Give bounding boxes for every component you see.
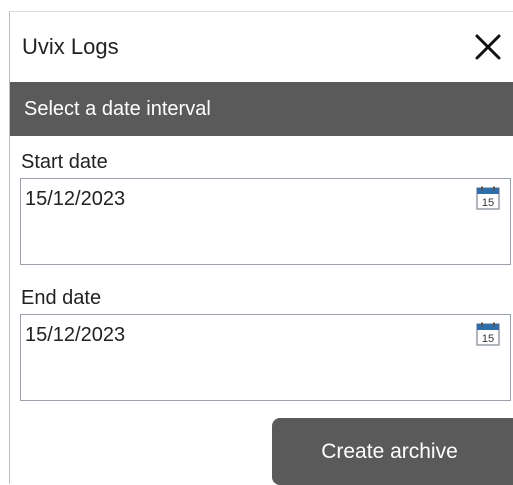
start-date-input[interactable]: [25, 185, 455, 213]
end-date-field[interactable]: 15: [20, 314, 511, 401]
calendar-icon[interactable]: 15: [476, 186, 500, 210]
close-icon[interactable]: [473, 32, 503, 62]
dialog-titlebar: Uvix Logs: [10, 12, 513, 82]
create-archive-button[interactable]: Create archive: [272, 418, 513, 485]
calendar-day-text: 15: [482, 333, 494, 345]
uvix-logs-dialog: Uvix Logs Select a date interval Start d…: [9, 11, 513, 485]
dialog-title: Uvix Logs: [22, 34, 119, 59]
start-date-field[interactable]: 15: [20, 178, 511, 265]
section-header-text: Select a date interval: [24, 98, 211, 120]
end-date-input[interactable]: [25, 321, 455, 349]
section-header: Select a date interval: [10, 82, 513, 136]
end-date-label: End date: [21, 287, 102, 309]
calendar-icon[interactable]: 15: [476, 322, 500, 346]
calendar-day-text: 15: [482, 197, 494, 209]
start-date-label: Start date: [21, 151, 108, 173]
